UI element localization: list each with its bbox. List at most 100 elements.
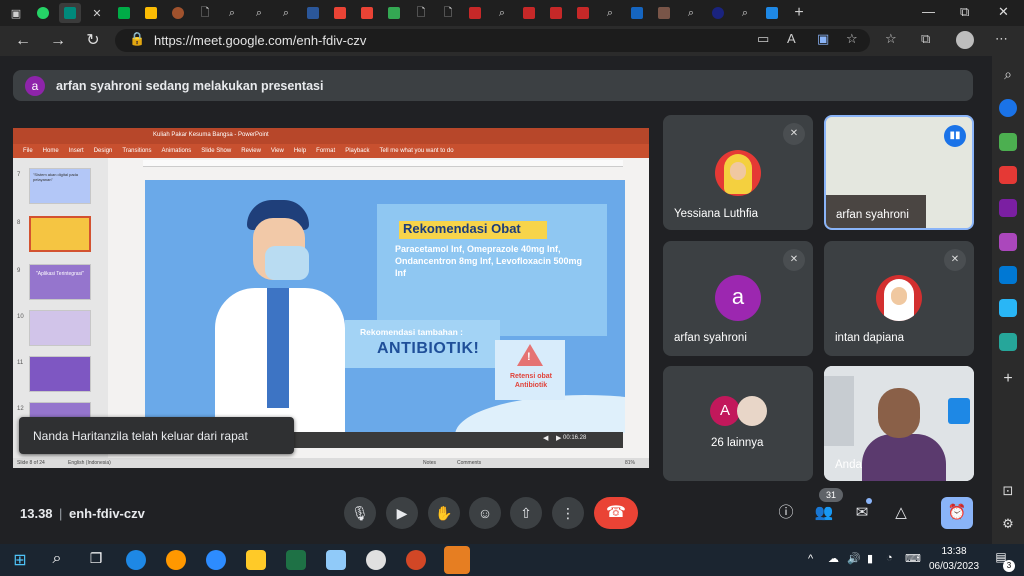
new-tab-icon[interactable]: + — [788, 3, 810, 23]
wifi-icon[interactable]: ◔ — [886, 552, 893, 564]
ppt-menu-item[interactable]: Format — [316, 148, 335, 154]
ppt-menu-item[interactable]: Tell me what you want to do — [380, 148, 454, 154]
start-icon[interactable]: ⊞ — [10, 550, 30, 570]
end-call-button[interactable]: ☎ — [594, 497, 638, 529]
media-play-icon[interactable]: ▶ — [556, 434, 561, 442]
ppt-menu-item[interactable]: File — [23, 148, 33, 154]
activities-button[interactable]: △ — [888, 500, 914, 526]
tab-drive[interactable] — [383, 3, 405, 23]
tab-doc-1[interactable]: 🗋 — [194, 3, 216, 23]
sidebar-tools-icon[interactable] — [999, 166, 1017, 184]
raise-hand-button[interactable]: ✋ — [428, 497, 460, 529]
sidebar-outlook-icon[interactable] — [999, 266, 1017, 284]
meeting-info-button[interactable]: ⓘ — [773, 500, 799, 526]
tab-pdf-3[interactable] — [545, 3, 567, 23]
more-menu-icon[interactable]: ⋯ — [995, 31, 1008, 47]
tab-gmail-2[interactable] — [356, 3, 378, 23]
powerpoint-icon[interactable] — [406, 550, 426, 570]
tab-meet-2[interactable] — [113, 3, 135, 23]
tab-search-5[interactable]: ⌕ — [599, 3, 621, 23]
profile-avatar[interactable] — [956, 31, 974, 49]
sidebar-search-icon[interactable]: ⌕ — [999, 66, 1017, 84]
present-screen-button[interactable]: ⇧ — [510, 497, 542, 529]
tab-uni[interactable] — [707, 3, 729, 23]
task-view-icon[interactable]: ❐ — [86, 550, 106, 570]
tab-search-4[interactable]: ⌕ — [491, 3, 513, 23]
tab-word[interactable] — [302, 3, 324, 23]
sidebar-shopping-icon[interactable] — [999, 133, 1017, 151]
search-app-icon[interactable] — [166, 550, 186, 570]
volume-icon[interactable]: 🔊 — [847, 552, 861, 565]
slide-thumbnail[interactable] — [29, 356, 91, 392]
ppt-menu-item[interactable]: Animations — [162, 148, 192, 154]
others-tile[interactable]: A 26 lainnya — [663, 366, 813, 481]
sidebar-split-icon[interactable]: ⊡ — [999, 483, 1017, 501]
tab-search-1[interactable]: ⌕ — [221, 3, 243, 23]
collections-icon[interactable]: ⧉ — [921, 31, 930, 47]
tab-whatsapp[interactable] — [32, 3, 54, 23]
file-explorer-icon[interactable] — [246, 550, 266, 570]
tab-search-3[interactable]: ⌕ — [275, 3, 297, 23]
sidebar-telegram-icon[interactable] — [999, 299, 1017, 317]
tab-close-icon[interactable]: ✕ — [86, 3, 108, 23]
more-options-button[interactable]: ⋮ — [552, 497, 584, 529]
sidebar-office-icon[interactable] — [999, 233, 1017, 251]
tab-search-6[interactable]: ⌕ — [680, 3, 702, 23]
back-icon[interactable]: ← — [12, 30, 34, 52]
tab-pdf-4[interactable] — [572, 3, 594, 23]
microphone-button[interactable]: 🎙 — [344, 497, 376, 529]
tab-img[interactable] — [653, 3, 675, 23]
slide-thumbnail[interactable]: "Aplikasi Terintegrasi" — [29, 264, 91, 300]
minimize-icon[interactable]: — — [922, 4, 935, 19]
read-aloud-icon[interactable]: A — [787, 31, 796, 46]
tab-its[interactable] — [626, 3, 648, 23]
participant-tile[interactable]: ✕ Yessiana Luthfia — [663, 115, 813, 230]
status-comments[interactable]: Comments — [457, 460, 481, 466]
tray-expand-icon[interactable]: ^ — [808, 553, 813, 565]
lock-icon[interactable]: 🔒 — [129, 31, 145, 47]
slide-thumbnail-selected[interactable] — [29, 216, 91, 252]
favorite-icon[interactable]: ☆ — [846, 31, 858, 47]
favorites-bar-icon[interactable]: ☆ — [885, 31, 897, 47]
hd-icon[interactable]: ▣ — [817, 31, 829, 47]
media-back-icon[interactable]: ◀ — [543, 434, 548, 442]
zoom-icon[interactable] — [206, 550, 226, 570]
url-text[interactable]: https://meet.google.com/enh-fdiv-czv — [154, 33, 366, 48]
tray-cloud-icon[interactable]: ☁ — [828, 552, 839, 565]
tab-search-2[interactable]: ⌕ — [248, 3, 270, 23]
camera-permission-icon[interactable]: ▭ — [757, 31, 769, 47]
ppt-menu-item[interactable]: Transitions — [122, 148, 151, 154]
forward-icon[interactable]: → — [47, 30, 69, 52]
participant-tile[interactable]: ✕ intan dapiana — [824, 241, 974, 356]
search-icon[interactable]: ⌕ — [47, 550, 67, 570]
tab-actions-icon[interactable]: ▣ — [5, 3, 27, 23]
reactions-button[interactable]: ☺ — [469, 497, 501, 529]
chat-button[interactable]: ✉ — [849, 500, 875, 526]
app-icon[interactable] — [326, 550, 346, 570]
sidebar-bing-icon[interactable] — [999, 99, 1017, 117]
tab-search-7[interactable]: ⌕ — [734, 3, 756, 23]
paint-icon[interactable] — [366, 550, 386, 570]
self-tile[interactable]: Anda — [824, 366, 974, 481]
tab-gmail-1[interactable] — [329, 3, 351, 23]
ppt-menu-item[interactable]: Slide Show — [201, 148, 231, 154]
tab-meet-active[interactable] — [59, 3, 81, 23]
sidebar-games-icon[interactable] — [999, 199, 1017, 217]
keyboard-icon[interactable]: ⌨ — [905, 552, 921, 565]
restore-icon[interactable]: ⧉ — [960, 4, 969, 20]
ppt-menu-item[interactable]: Home — [43, 148, 59, 154]
battery-icon[interactable]: ▮ — [867, 552, 873, 565]
ppt-menu-item[interactable]: Review — [241, 148, 261, 154]
tab-pdf-1[interactable] — [464, 3, 486, 23]
ppt-menu-item[interactable]: Design — [94, 148, 113, 154]
camera-button[interactable]: ▶ — [386, 497, 418, 529]
slide-thumbnail[interactable] — [29, 310, 91, 346]
active-app-icon[interactable] — [444, 546, 470, 574]
tab-meet-3[interactable] — [140, 3, 162, 23]
reload-icon[interactable]: ↻ — [82, 30, 104, 52]
tab-pdf-2[interactable] — [518, 3, 540, 23]
excel-icon[interactable] — [286, 550, 306, 570]
ppt-menu-item[interactable]: View — [271, 148, 284, 154]
tab-4[interactable] — [167, 3, 189, 23]
tab-b[interactable] — [761, 3, 783, 23]
